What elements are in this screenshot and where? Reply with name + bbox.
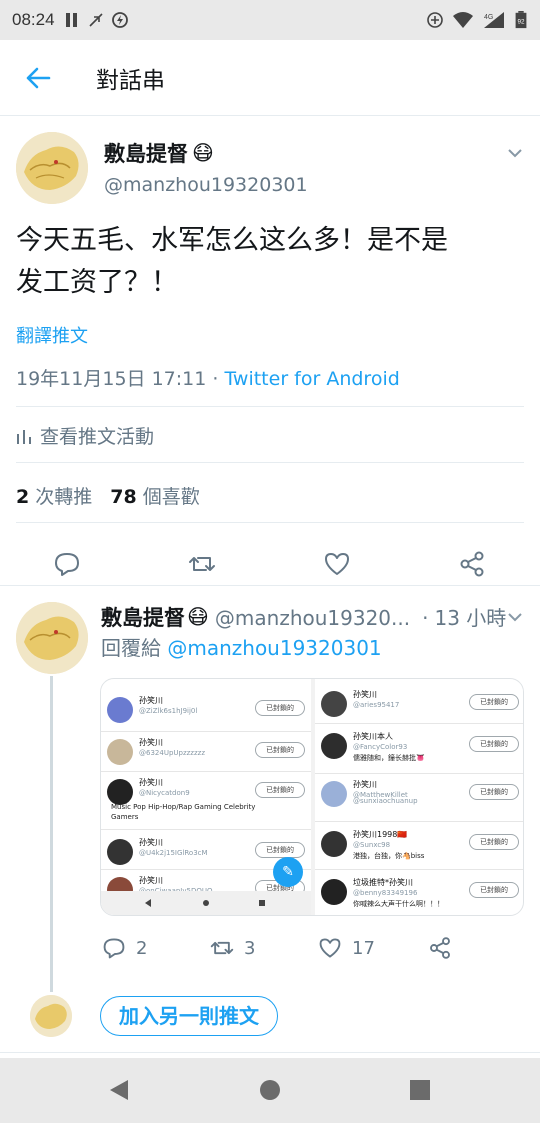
airplane-mode-icon [88,13,103,27]
mini-nav-bar [101,891,311,915]
list-item: 孙笑川 @ZiZlk6s1hJ9ij0l 已封鎖的 [101,689,311,729]
blocked-button: 已封鎖的 [469,834,519,850]
tweet-text: 今天五毛、水军怎么这么多！是不是 发工资了？！ [16,225,448,298]
like-count[interactable]: 78 個喜歡 [110,482,199,509]
blocked-button: 已封鎖的 [255,700,305,716]
mask-emoji: 😷 [187,605,209,629]
reply-avatar[interactable] [16,602,88,674]
add-another-tweet-button[interactable]: 加入另一則推文 [100,996,278,1036]
reply-author-name[interactable]: 敷島提督 😷 [101,602,209,632]
retweet-icon [210,941,234,955]
home-circle-icon[interactable] [259,1078,281,1102]
avatar [321,879,347,905]
reply-to-line: 回覆給 @manzhou19320301 [101,636,382,660]
nav-icons [145,899,265,907]
reply-timestamp: 13 小時 [434,606,507,630]
reply-button[interactable]: 2 [102,936,147,960]
recents-square-icon[interactable] [409,1078,431,1102]
list-item: 孙笑川 @Nicycatdon9 Music Pop Hip-Hop/Rap G… [101,771,311,827]
share-icon [430,937,450,959]
signal-icon: 4G [484,12,504,28]
app-bar: 對話串 [0,40,540,116]
blocked-button: 已封鎖的 [469,694,519,710]
divider [16,522,524,523]
list-item: 孙笑川1998🇨🇳 @Sunxc98 港独，台独，你🐴biss 已封鎖的 [315,823,523,869]
reply-author-handle[interactable]: @manzhou19320... [215,606,410,630]
divider [0,585,540,586]
author-name[interactable]: 敷島提督 😷 [104,138,214,168]
tweet-image[interactable]: 孙笑川 @ZiZlk6s1hJ9ij0l 已封鎖的 孙笑川 @6324UpUpz… [100,678,524,916]
avatar [321,831,347,857]
back-button[interactable] [0,40,76,116]
divider [0,1052,540,1053]
tweet-activity-link[interactable]: 查看推文活動 [16,422,154,449]
chevron-down-icon[interactable] [506,144,524,162]
pause-icon [65,13,77,27]
retweet-icon[interactable] [188,550,216,578]
client-link[interactable]: Twitter for Android [224,368,399,390]
retweet-count: 3 [244,937,256,959]
heart-icon[interactable] [323,550,351,578]
blocked-button: 已封鎖的 [255,742,305,758]
chevron-down-icon[interactable] [506,608,524,626]
avatar [107,739,133,765]
svg-text:92: 92 [517,19,525,26]
share-button[interactable] [428,936,452,960]
reply-count: 2 [136,937,148,959]
tweet-actions [0,536,540,592]
reply-header: 敷島提督 😷 @manzhou19320... · 13 小時 [101,602,521,632]
reply-to-link[interactable]: @manzhou19320301 [167,636,381,660]
avatar [321,691,347,717]
blocked-button: 已封鎖的 [255,842,305,858]
blocked-button: 已封鎖的 [469,736,519,752]
svg-text:4G: 4G [484,14,493,21]
heart-icon [319,938,341,958]
own-avatar [30,995,72,1037]
list-item: 孙笑川本人 @FancyColor93 儒雅随和，鐘长赫批👅 已封鎖的 [315,725,523,773]
tweet-meta: 19年11月15日 17:11 · Twitter for Android [16,364,400,391]
battery-icon: 92 [515,11,527,29]
back-triangle-icon[interactable] [108,1078,130,1102]
like-button[interactable]: 17 [318,936,375,960]
thread-line [50,676,53,992]
system-nav-bar [0,1058,540,1123]
reply-icon[interactable] [53,550,81,578]
list-item: 垃圾推特*孙笑川 @benny83349196 你喊辣么大声干什么啊！！！ 已封… [315,871,523,915]
author-handle[interactable]: @manzhou19320301 [104,174,308,196]
add-circle-icon [427,12,443,28]
divider [16,406,524,407]
arrow-left-icon [26,67,51,88]
wifi-icon [453,12,473,28]
embedded-screenshot-right: 孙笑川 @aries95417 已封鎖的 孙笑川本人 @FancyColor93… [315,679,523,915]
page-title: 對話串 [96,67,165,94]
mask-emoji: 😷 [192,141,214,165]
list-item: @sunxiaochuanup [353,797,418,805]
retweet-count[interactable]: 2 次轉推 [16,482,92,509]
embedded-screenshot-left: 孙笑川 @ZiZlk6s1hJ9ij0l 已封鎖的 孙笑川 @6324UpUpz… [101,679,311,915]
avatar [321,733,347,759]
status-time: 08:24 [12,10,55,29]
translate-link[interactable]: 翻譯推文 [16,322,88,348]
blocked-button: 已封鎖的 [469,882,519,898]
reply-icon [103,938,125,959]
avatar [107,839,133,865]
avatar [107,697,133,723]
list-item: 孙笑川 @aries95417 已封鎖的 [315,683,523,723]
compose-fab-icon: ✎ [273,857,303,887]
retweet-button[interactable]: 3 [210,936,255,960]
tweet-date: 19年11月15日 17:11 · [16,368,225,390]
divider [16,462,524,463]
tweet-stats: 2 次轉推 78 個喜歡 [16,482,200,509]
avatar[interactable] [16,132,88,204]
reply-actions: 2 3 17 [100,936,520,970]
status-bar: 08:24 4G 92 [0,0,540,40]
share-icon[interactable] [458,550,486,578]
data-saver-icon [111,12,128,28]
bar-chart-icon [17,429,31,444]
blocked-button: 已封鎖的 [255,782,305,798]
list-item: 孙笑川 @6324UpUpzzzzzz 已封鎖的 [101,731,311,771]
like-count: 17 [352,937,375,959]
avatar [107,779,133,805]
